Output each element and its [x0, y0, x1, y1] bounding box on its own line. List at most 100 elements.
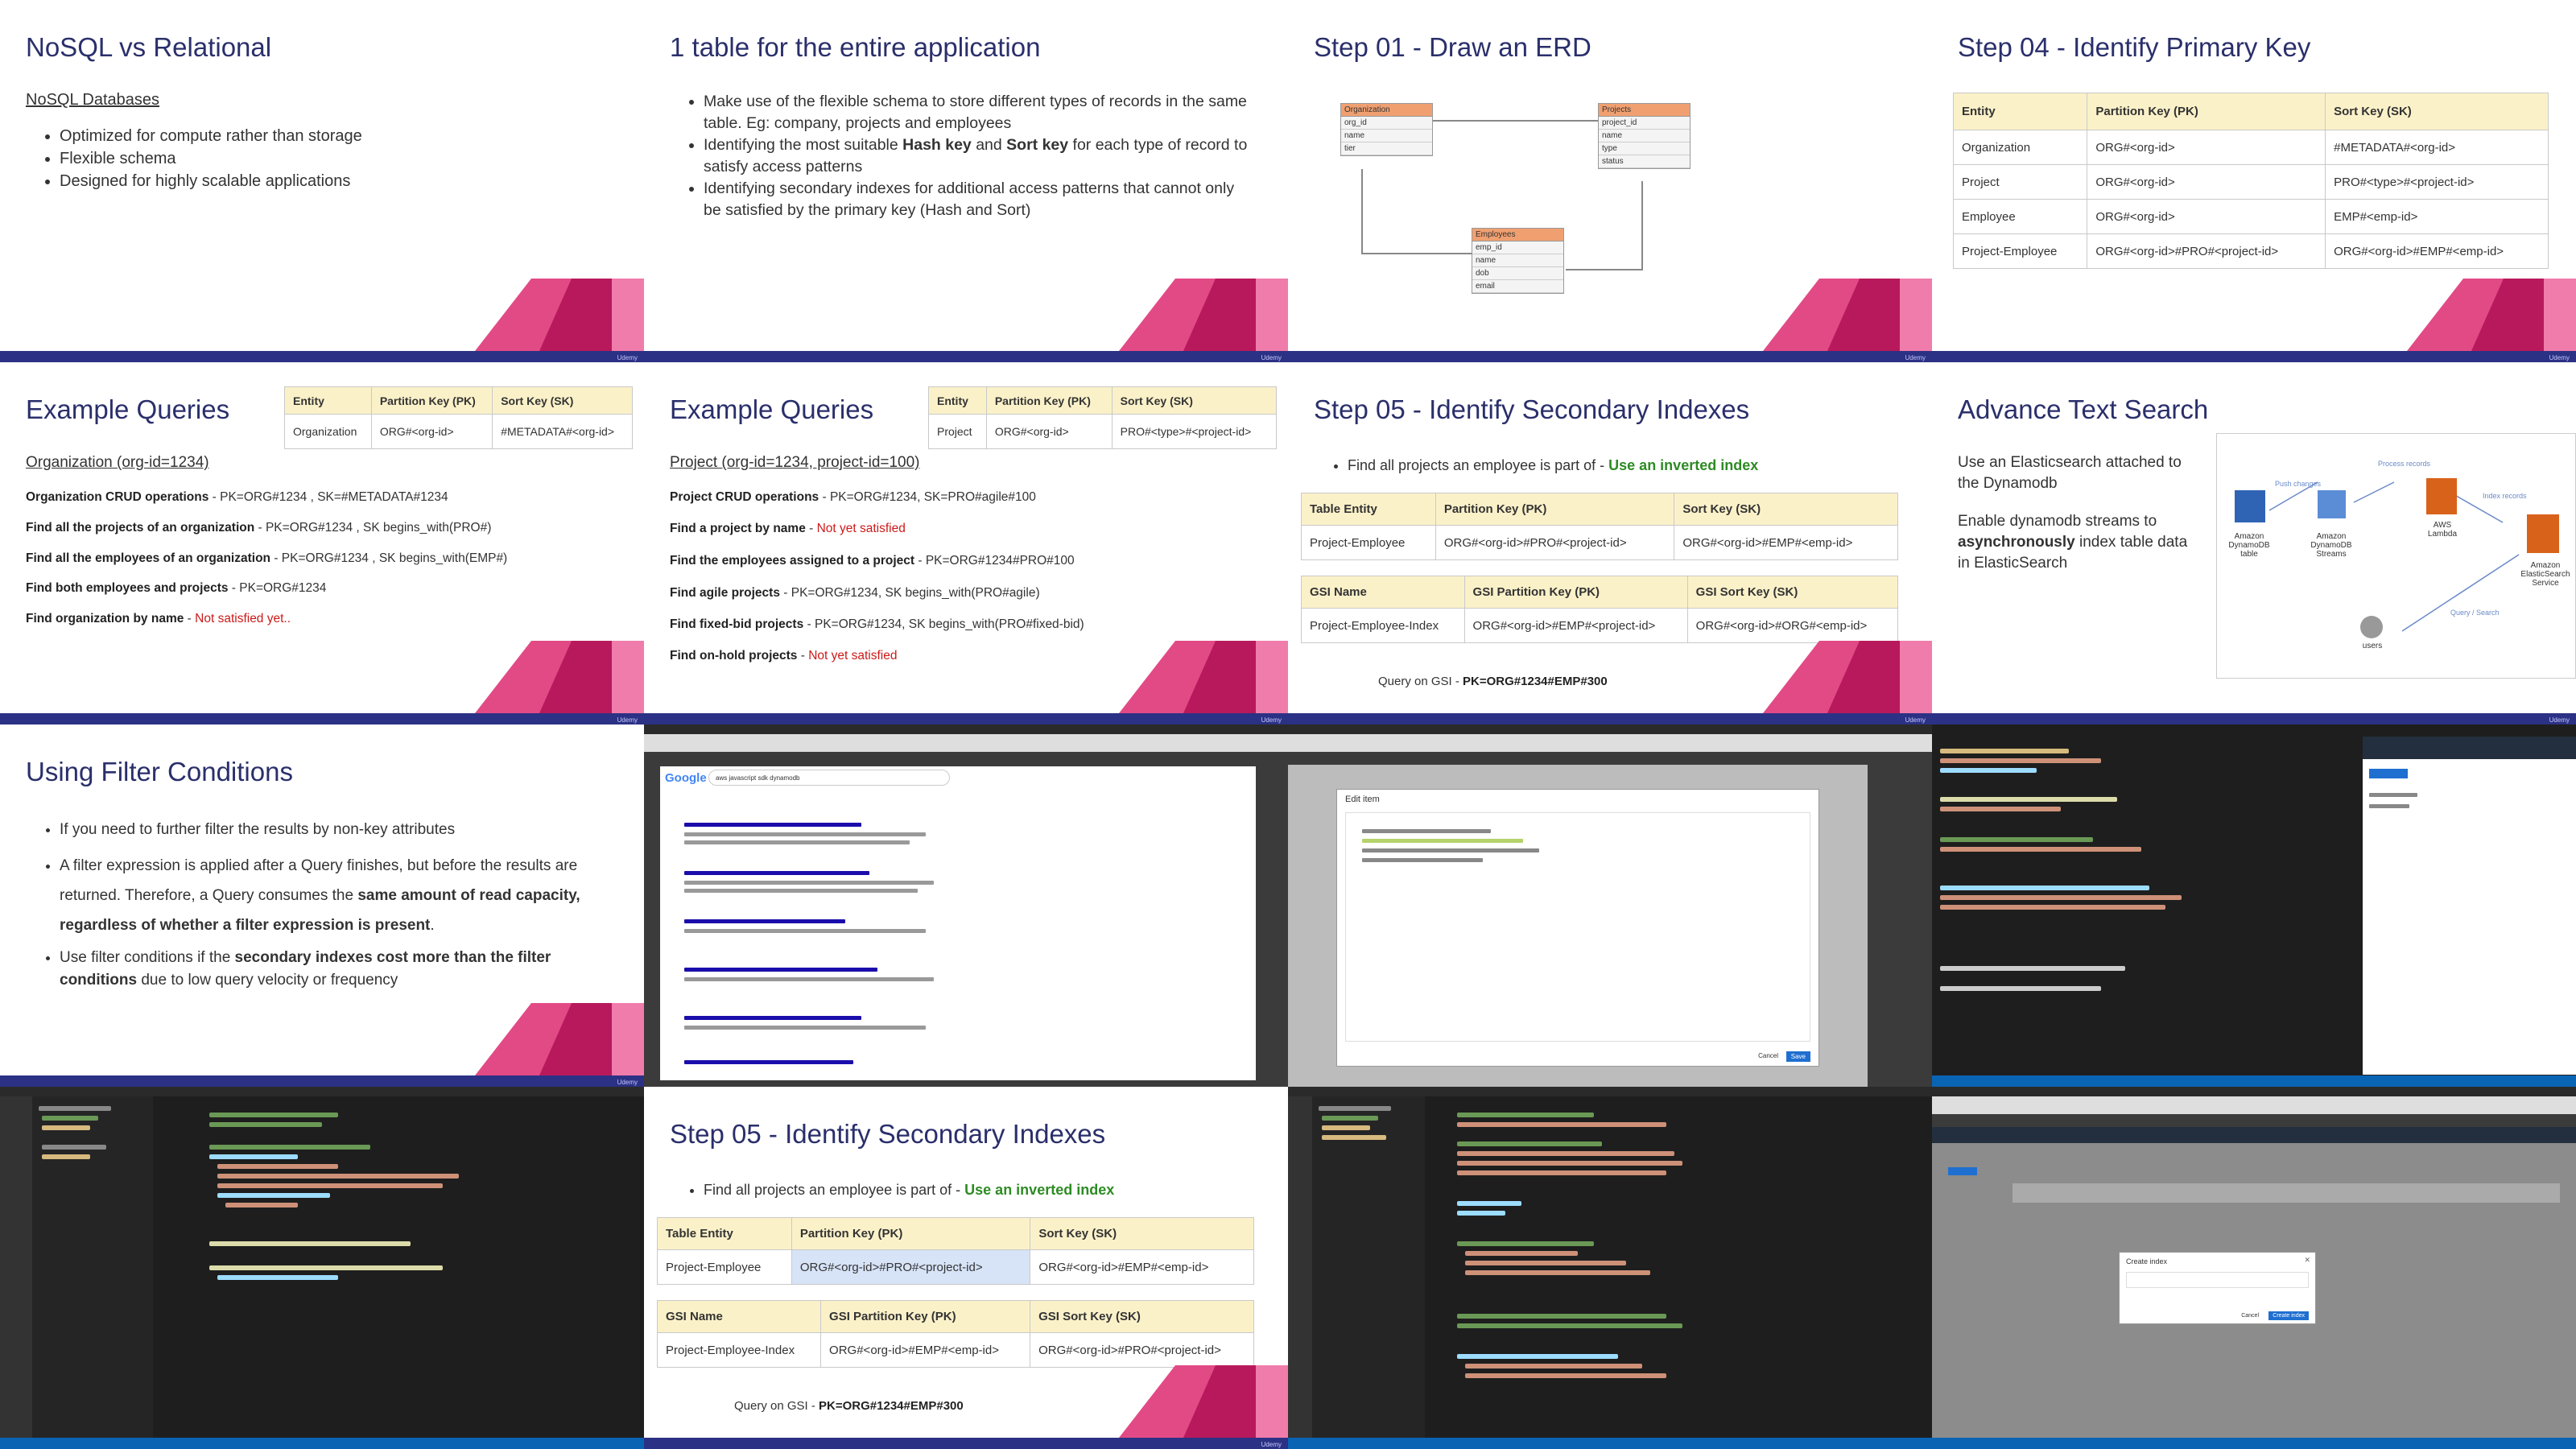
index-form[interactable]: [2126, 1272, 2309, 1288]
table-entity-table: Table Entity Partition Key (PK) Sort Key (…: [657, 1217, 1254, 1285]
query-line: Find a project by name - Not yet satisfi…: [670, 522, 906, 535]
slide-secondary-indexes-2[interactable]: Step 05 - Identify Secondary Indexes Fin…: [644, 1087, 1288, 1449]
screenshot-vscode-filter[interactable]: [0, 1087, 644, 1449]
bullet: Find all projects an employee is part of…: [704, 1179, 1288, 1201]
slide-subtitle: NoSQL Databases: [26, 91, 160, 109]
query-note: Query on GSI - PK=ORG#1234#EMP#300: [734, 1399, 964, 1413]
slide-footer-bar: Udemy: [1932, 351, 2576, 362]
node-label: Amazon DynamoDB Streams: [2310, 532, 2352, 559]
slide-decoration: [475, 1003, 644, 1075]
slide-footer-bar: Udemy: [1932, 713, 2576, 724]
google-logo: Google: [665, 771, 707, 785]
slide-footer-bar: Udemy: [644, 1438, 1288, 1449]
bullet-list: Find all projects an employee is part of…: [676, 1179, 1288, 1201]
item-editor[interactable]: [1345, 812, 1810, 1042]
slide-secondary-indexes[interactable]: Step 05 - Identify Secondary Indexes Fin…: [1288, 362, 1932, 724]
slide-decoration: [475, 279, 644, 351]
terminal-pane: [1932, 724, 2343, 1087]
svg-text:Process records: Process records: [2378, 460, 2431, 468]
slide-footer-bar: Udemy: [0, 713, 644, 724]
query-line: Find fixed-bid projects - PK=ORG#1234, S…: [670, 617, 1084, 631]
slide-example-queries-project[interactable]: Example Queries Entity Partition Key (PK)…: [644, 362, 1288, 724]
slide-title: Using Filter Conditions: [26, 757, 293, 786]
browser-page: Google aws javascript sdk dynamodb: [660, 766, 1256, 1080]
create-index-dialog: Create index ✕ Cancel Create index: [2119, 1252, 2316, 1324]
cancel-button[interactable]: Cancel: [1758, 1052, 1778, 1059]
screenshot-edit-item[interactable]: Edit item Cancel Save: [1288, 724, 1932, 1087]
create-index-button[interactable]: Create index: [2268, 1311, 2309, 1320]
bullet: Identifying the most suitable Hash key a…: [704, 134, 1256, 178]
cancel-button[interactable]: Cancel: [2241, 1313, 2259, 1319]
slide-draw-erd[interactable]: Step 01 - Draw an ERD Organization org_i…: [1288, 0, 1932, 362]
slide-title: Step 04 - Identify Primary Key: [1958, 32, 2311, 62]
slide-decoration: [1763, 641, 1932, 713]
udemy-label: Udemy: [617, 354, 638, 361]
thumbnail-grid: NoSQL vs Relational NoSQL Databases Opti…: [0, 0, 2576, 1449]
activity-bar: [0, 1096, 32, 1438]
paragraph: Use an Elasticsearch attached to the Dyn…: [1958, 454, 2182, 492]
architecture-diagram: Process records Push changes Index recor…: [2216, 433, 2576, 679]
gsi-table: GSI Name GSI Partition Key (PK) GSI Sort K…: [656, 1300, 1254, 1368]
slide-primary-key[interactable]: Step 04 - Identify Primary Key Entity Par…: [1932, 0, 2576, 362]
code-editor[interactable]: [1425, 1096, 1868, 1438]
query-line: Find organization by name - Not satisfie…: [26, 612, 291, 625]
slide-decoration: [1119, 279, 1288, 351]
slide-decoration: [1763, 279, 1932, 351]
slide-nosql-vs-relational[interactable]: NoSQL vs Relational NoSQL Databases Opti…: [0, 0, 644, 362]
query-line: Find the employees assigned to a project…: [670, 554, 1075, 568]
table-entity-table: Table Entity Partition Key (PK) Sort Key (…: [1301, 493, 1898, 560]
node-label: users: [2362, 642, 2383, 650]
screenshot-create-index[interactable]: Create index ✕ Cancel Create index: [1932, 1087, 2576, 1449]
slide-footer-bar: Udemy: [644, 713, 1288, 724]
slide-title: Step 05 - Identify Secondary Indexes: [1314, 394, 1750, 424]
primary-key-table: Entity Partition Key (PK) Sort Key (SK) Or…: [1952, 93, 2549, 269]
code-editor[interactable]: [153, 1096, 604, 1438]
save-button[interactable]: Save: [1785, 1051, 1810, 1062]
query-line: Find all the projects of an organization…: [26, 521, 492, 535]
entity-table: Entity Partition Key (PK) Sort Key (SK) Or…: [284, 386, 633, 449]
screenshot-vscode-index[interactable]: [1288, 1087, 1932, 1449]
bullet: Make use of the flexible schema to store…: [704, 91, 1256, 134]
query-line: Organization CRUD operations - PK=ORG#12…: [26, 490, 448, 504]
svg-text:Push changes: Push changes: [2275, 480, 2322, 488]
slide-footer-bar: Udemy: [1288, 713, 1932, 724]
activity-bar: [1288, 1096, 1312, 1438]
screenshot-editor-console[interactable]: [1932, 724, 2576, 1087]
slide-title: Advance Text Search: [1958, 394, 2209, 424]
bullet-list: Find all projects an employee is part of…: [1320, 454, 1932, 477]
edit-item-dialog: Edit item Cancel Save: [1336, 789, 1819, 1067]
explorer-sidebar: [1312, 1096, 1425, 1438]
bullet-list: Make use of the flexible schema to store…: [676, 91, 1256, 221]
dialog-title: Create index: [2126, 1257, 2168, 1265]
slide-one-table[interactable]: 1 table for the entire application Make …: [644, 0, 1288, 362]
bullet: Flexible schema: [60, 147, 612, 170]
explorer-sidebar: [32, 1096, 153, 1438]
slide-filter-conditions[interactable]: Using Filter Conditions If you need to f…: [0, 724, 644, 1087]
slide-decoration: [2407, 279, 2576, 351]
svg-text:Index records: Index records: [2483, 492, 2527, 500]
query-line: Find on-hold projects - Not yet satisfie…: [670, 649, 898, 663]
slide-title: Step 05 - Identify Secondary Indexes: [670, 1119, 1106, 1149]
node-label: AWS Lambda: [2427, 521, 2458, 539]
slide-example-queries-org[interactable]: Example Queries Entity Partition Key (PK)…: [0, 362, 644, 724]
slide-title: NoSQL vs Relational: [26, 32, 272, 62]
paragraph: Enable dynamodb streams to asynchronousl…: [1958, 513, 2188, 572]
query-subtitle: Project (org-id=1234, project-id=100): [670, 454, 920, 471]
search-input[interactable]: aws javascript sdk dynamodb: [708, 770, 950, 786]
bullet: Designed for highly scalable application…: [60, 170, 612, 192]
close-icon[interactable]: ✕: [2304, 1256, 2310, 1265]
bullet: Identifying secondary indexes for additi…: [704, 178, 1256, 221]
slide-footer-bar: Udemy: [1288, 351, 1932, 362]
gsi-table: GSI Name GSI Partition Key (PK) GSI Sort K…: [1301, 576, 1899, 643]
slide-advance-text-search[interactable]: Advance Text Search Use an Elasticsearch…: [1932, 362, 2576, 724]
screenshot-google-search[interactable]: Google aws javascript sdk dynamodb: [644, 724, 1288, 1087]
slide-footer-bar: Udemy: [0, 351, 644, 362]
query-note: Query on GSI - PK=ORG#1234#EMP#300: [1378, 675, 1608, 688]
query-line: Find both employees and projects - PK=OR…: [26, 581, 327, 595]
slide-title: Example Queries: [26, 394, 230, 424]
bullet-list: If you need to further filter the result…: [32, 815, 620, 992]
query-line: Find agile projects - PK=ORG#1234, SK be…: [670, 586, 1040, 600]
slide-title: Example Queries: [670, 394, 874, 424]
svg-text:Query / Search: Query / Search: [2450, 609, 2500, 617]
bullet: A filter expression is applied after a Q…: [60, 851, 620, 940]
